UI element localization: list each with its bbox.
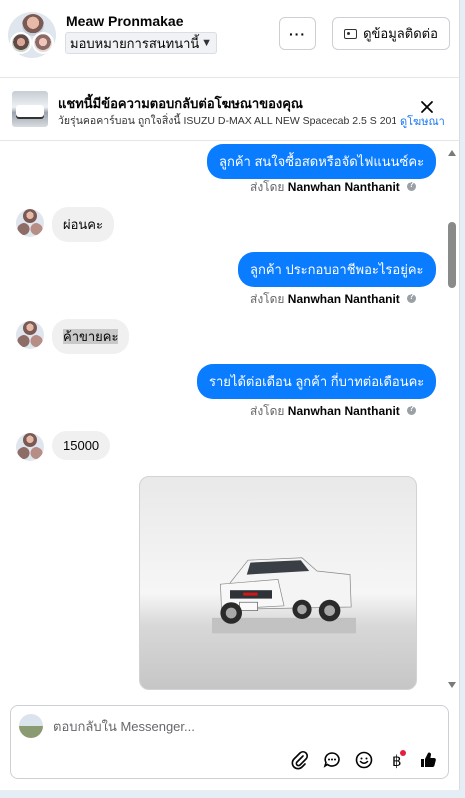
info-icon[interactable]: [407, 180, 417, 191]
sent-by-prefix: ส่งโดย: [250, 404, 285, 418]
sent-by-label: ส่งโดย Nanwhan Nanthanit: [250, 402, 417, 421]
outgoing-message: รายได้ต่อเดือน ลูกค้า กี่บาทต่อเดือนคะ: [197, 364, 437, 399]
sender-name: Nanwhan Nanthanit: [287, 404, 400, 418]
ad-reply-banner: แชทนี้มีข้อความตอบกลับต่อโฆษณาของคุณ วัย…: [0, 79, 459, 141]
reply-input[interactable]: [53, 719, 433, 734]
sent-by-label: ส่งโดย Nanwhan Nanthanit: [250, 290, 417, 309]
incoming-message: ค้าขายคะ: [52, 319, 130, 354]
page-avatar: [19, 714, 43, 738]
isuzu-dmax-white-pickup-photo[interactable]: [139, 476, 417, 690]
avatar-photo-2: [10, 32, 32, 54]
ad-banner-subtitle: วัยรุ่นคอคาร์บอน ถูกใจสิ่งนี้ ISUZU D-MA…: [58, 115, 396, 127]
reply-composer: ฿: [10, 705, 449, 779]
pickup-truck-illustration: [212, 557, 356, 634]
avatar-photo-3: [32, 32, 54, 54]
sent-by-label: ส่งโดย Nanwhan Nanthanit: [250, 178, 417, 197]
saved-reply-icon[interactable]: [322, 750, 342, 770]
conversation-panel: Meaw Pronmakae มอบหมายการสนทนานี้ ▼ ··· …: [0, 0, 460, 790]
assign-select-label: มอบหมายการสนทนานี้: [70, 35, 200, 51]
info-icon[interactable]: [407, 404, 417, 415]
info-icon[interactable]: [407, 292, 417, 303]
more-icon: ···: [289, 25, 306, 42]
sender-name: Nanwhan Nanthanit: [287, 180, 400, 194]
scroll-down-arrow[interactable]: [448, 682, 456, 688]
baht-payment-icon[interactable]: ฿: [386, 750, 406, 770]
svg-text:฿: ฿: [392, 752, 402, 770]
message-thread[interactable]: ลูกค้า สนใจซื้อสดหรือจัดไฟแนนซ์คะ ส่งโดย…: [0, 142, 459, 698]
scrollbar-thumb[interactable]: [448, 222, 456, 288]
close-icon[interactable]: [418, 98, 436, 116]
sent-by-prefix: ส่งโดย: [250, 180, 285, 194]
caret-down-icon: ▼: [201, 37, 212, 49]
contact-avatar-small[interactable]: [16, 433, 44, 461]
contact-card-icon: [344, 28, 358, 39]
contact-avatar[interactable]: [8, 12, 56, 58]
attachment-icon[interactable]: [290, 750, 310, 770]
outgoing-message: ลูกค้า สนใจซื้อสดหรือจัดไฟแนนซ์คะ: [207, 144, 437, 179]
contact-avatar-small[interactable]: [16, 209, 44, 237]
sent-by-prefix: ส่งโดย: [250, 292, 285, 306]
outgoing-message: ลูกค้า ประกอบอาชีพอะไรอยู่คะ: [238, 252, 436, 287]
scrollbar[interactable]: [446, 142, 458, 698]
scroll-up-arrow[interactable]: [448, 150, 456, 156]
more-options-button[interactable]: ···: [279, 17, 316, 50]
contact-avatar-small[interactable]: [16, 321, 44, 349]
incoming-message: ผ่อนคะ: [52, 207, 114, 242]
ad-thumbnail: [12, 91, 48, 127]
conversation-header: Meaw Pronmakae มอบหมายการสนทนานี้ ▼ ··· …: [0, 0, 459, 78]
sender-name: Nanwhan Nanthanit: [287, 292, 400, 306]
view-contact-info-button[interactable]: ดูข้อมูลติดต่อ: [332, 17, 450, 50]
incoming-message: 15000: [52, 431, 111, 460]
contact-name[interactable]: Meaw Pronmakae: [66, 13, 184, 29]
assign-conversation-select[interactable]: มอบหมายการสนทนานี้ ▼: [65, 32, 217, 54]
emoji-icon[interactable]: [354, 750, 374, 770]
like-icon[interactable]: [418, 750, 438, 770]
ad-banner-title: แชทนี้มีข้อความตอบกลับต่อโฆษณาของคุณ: [58, 96, 303, 111]
contact-info-label: ดูข้อมูลติดต่อ: [363, 26, 438, 41]
highlighted-text: ค้าขายคะ: [63, 329, 119, 344]
